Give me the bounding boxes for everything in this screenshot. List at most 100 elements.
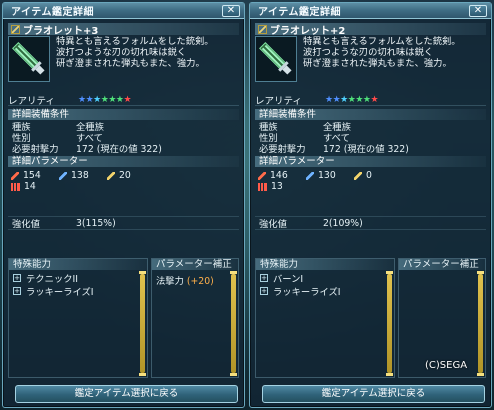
rarity-star-icon: ★ [123, 94, 132, 105]
rarity-label: レアリティ [8, 95, 55, 107]
item-appraisal-panel-right: アイテム鑑定詳細 ✕ ブラオレット+2 特異とも言えるフォルムをした銃剣。 波打… [249, 2, 492, 408]
rarity-star-icon: ★ [93, 94, 101, 105]
ability-name: バーンI [273, 273, 304, 285]
grind-row: 強化値 3(115%) [8, 216, 239, 230]
expand-plus-icon[interactable]: + [260, 286, 268, 295]
item-description: 特異とも言えるフォルムをした銃剣。 波打つような刃の切れ味は鋭く 研ぎ澄まされた… [56, 36, 214, 70]
rarity-star-icon: ★ [362, 94, 371, 105]
rarity-star-icon: ★ [85, 94, 94, 105]
ability-name: テクニックII [26, 273, 78, 285]
rarity-star-icon: ★ [370, 94, 379, 105]
rarity-row: レアリティ ★ ★ ★ ★ ★ ★ ★ [255, 94, 486, 107]
tech-value: 0 [366, 170, 372, 181]
rarity-star-icon: ★ [347, 94, 356, 105]
item-appraisal-panel-left: アイテム鑑定詳細 ✕ ブラオレット+3 特異とも言えるフォルムをした銃剣。 波打… [2, 2, 245, 408]
ranged-attack-icon [59, 171, 67, 180]
tech-attack-icon [354, 171, 362, 180]
correction-scrollbar[interactable] [230, 271, 237, 376]
weapon-thumbnail [8, 36, 50, 82]
item-description: 特異とも言えるフォルムをした銃剣。 波打つような刃の切れ味は鋭く 研ぎ澄まされた… [303, 36, 461, 70]
panel-titlebar[interactable]: アイテム鑑定詳細 ✕ [3, 3, 244, 19]
required-stat-value: 172 (現在の値 322) [76, 143, 162, 155]
ranged-value: 138 [71, 170, 89, 181]
special-abilities-box: 特殊能力 + バーンI + ラッキーライズI [255, 258, 395, 378]
panel-titlebar[interactable]: アイテム鑑定詳細 ✕ [250, 3, 491, 19]
item-name-row: ブラオレット+2 [255, 23, 486, 37]
rarity-star-icon: ★ [78, 94, 86, 105]
ability-item[interactable]: + ラッキーライズI [9, 285, 147, 298]
gunslash-icon [11, 24, 20, 34]
rarity-stars: ★ ★ ★ ★ ★ ★ ★ [78, 94, 132, 105]
required-stat-row: 必要射撃力 172 (現在の値 322) [8, 142, 239, 155]
parameter-correction-header: パラメーター補正 [399, 259, 485, 270]
rarity-label: レアリティ [255, 95, 302, 107]
tech-attack-icon [107, 171, 115, 180]
ability-item[interactable]: + バーンI [256, 272, 394, 285]
parameters: 154 138 20 14 [11, 170, 239, 192]
required-stat-value: 172 (現在の値 322) [323, 143, 409, 155]
correction-stat: 法撃力 [156, 276, 184, 287]
item-info: 特異とも言えるフォルムをした銃剣。 波打つような刃の切れ味は鋭く 研ぎ澄まされた… [8, 36, 239, 94]
close-button[interactable]: ✕ [222, 4, 240, 17]
parameters: 146 130 0 13 [258, 170, 486, 192]
back-to-selection-button[interactable]: 鑑定アイテム選択に戻る [262, 385, 485, 403]
rarity-row: レアリティ ★ ★ ★ ★ ★ ★ ★ [8, 94, 239, 107]
item-name-row: ブラオレット+3 [8, 23, 239, 37]
special-abilities-header: 特殊能力 [256, 259, 394, 270]
item-name: ブラオレット+3 [23, 25, 99, 37]
rarity-star-icon: ★ [340, 94, 348, 105]
ability-item[interactable]: + ラッキーライズI [256, 285, 394, 298]
dexterity-value: 13 [271, 181, 283, 192]
rarity-star-icon: ★ [355, 94, 363, 105]
dexterity-icon [11, 182, 20, 191]
item-name: ブラオレット+2 [270, 25, 346, 37]
abilities-scrollbar[interactable] [139, 271, 146, 376]
special-abilities-box: 特殊能力 + テクニックII + ラッキーライズI [8, 258, 148, 378]
expand-plus-icon[interactable]: + [13, 273, 21, 282]
panel-title: アイテム鑑定詳細 [11, 7, 94, 18]
required-stat-label: 必要射撃力 [12, 143, 59, 155]
rarity-stars: ★ ★ ★ ★ ★ ★ ★ [325, 94, 379, 105]
grind-value: 2(109%) [323, 217, 363, 229]
strike-value: 146 [270, 170, 288, 181]
dexterity-value: 14 [24, 181, 36, 192]
ranged-attack-icon [306, 171, 314, 180]
grind-row: 強化値 2(109%) [255, 216, 486, 230]
weapon-thumbnail [255, 36, 297, 82]
gunslash-icon [258, 24, 267, 34]
close-button[interactable]: ✕ [469, 4, 487, 17]
dexterity-icon [258, 182, 267, 191]
required-stat-label: 必要射撃力 [259, 143, 306, 155]
strike-attack-icon [258, 171, 266, 180]
abilities-scrollbar[interactable] [386, 271, 393, 376]
expand-plus-icon[interactable]: + [260, 273, 268, 282]
expand-plus-icon[interactable]: + [13, 286, 21, 295]
ability-name: ラッキーライズI [26, 286, 94, 298]
ability-item[interactable]: + テクニックII [9, 272, 147, 285]
parameter-correction-header: パラメーター補正 [152, 259, 238, 270]
correction-line: 法撃力 (+20) [152, 273, 238, 287]
ability-name: ラッキーライズI [273, 286, 341, 298]
special-abilities-header: 特殊能力 [9, 259, 147, 270]
grind-value: 3(115%) [76, 217, 116, 229]
rarity-star-icon: ★ [332, 94, 341, 105]
correction-scrollbar[interactable] [477, 271, 484, 376]
grind-label: 強化値 [259, 219, 287, 230]
strike-attack-icon [11, 171, 19, 180]
correction-bonus: (+20) [186, 276, 214, 287]
rarity-star-icon: ★ [108, 94, 116, 105]
required-stat-row: 必要射撃力 172 (現在の値 322) [255, 142, 486, 155]
rarity-star-icon: ★ [100, 94, 109, 105]
panel-title: アイテム鑑定詳細 [258, 7, 341, 18]
parameters-header: 詳細パラメーター [255, 156, 486, 167]
copyright-notice: (C)SEGA [425, 360, 468, 371]
item-info: 特異とも言えるフォルムをした銃剣。 波打つような刃の切れ味は鋭く 研ぎ澄まされた… [255, 36, 486, 94]
strike-value: 154 [23, 170, 41, 181]
parameter-correction-box: パラメーター補正 法撃力 (+20) [151, 258, 239, 378]
back-to-selection-button[interactable]: 鑑定アイテム選択に戻る [15, 385, 238, 403]
parameters-header: 詳細パラメーター [8, 156, 239, 167]
grind-label: 強化値 [12, 219, 40, 230]
rarity-star-icon: ★ [325, 94, 333, 105]
tech-value: 20 [119, 170, 131, 181]
ranged-value: 130 [318, 170, 336, 181]
